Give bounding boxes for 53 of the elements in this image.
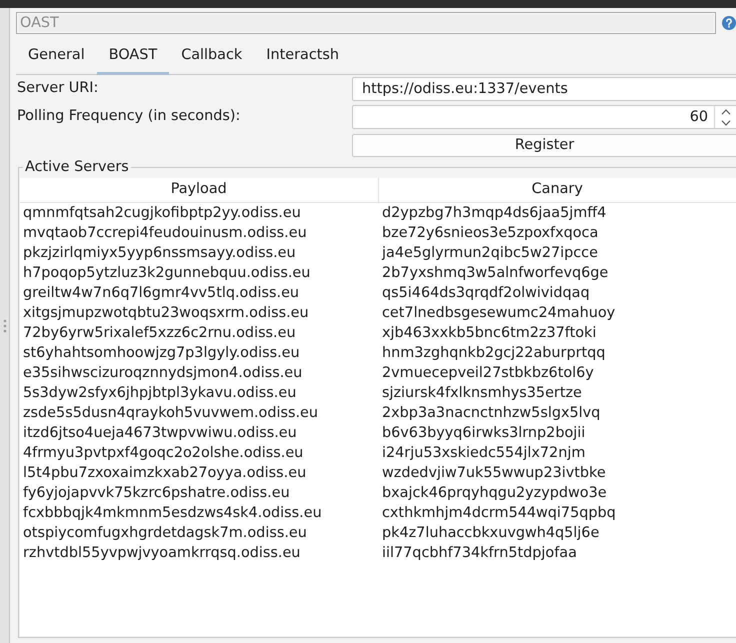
table-cell-text: bxajck46prqyhqgu2yzypdwo3e: [381, 484, 608, 502]
table-cell-text: 2b7yxshmq3w5alnfworfevq6ge: [381, 264, 610, 282]
table-cell-text: l5t4pbu7zxoxaimzkxab27oyya.odiss.eu: [22, 464, 308, 482]
table-cell-text: i24rju53xskiedc554jlx72njm: [381, 444, 586, 462]
table-cell-text: fy6yjojapvvk75kzrc6pshatre.odiss.eu: [22, 484, 291, 502]
tab[interactable]: BOAST: [96, 39, 170, 75]
table-cell-text: itzd6jtso4ueja4673twpvwiwu.odiss.eu: [22, 424, 298, 442]
table-cell-text: xitgsjmupzwotqbtu23woqsxrm.odiss.eu: [22, 304, 310, 322]
table-cell-text: 2xbp3a3nacnctnhzw5slgx5lvq: [381, 404, 602, 422]
table-cell: d2ypzbg7h3mqp4ds6jaa5jmff4: [378, 202, 736, 222]
chevron-down-icon: [720, 120, 730, 126]
table-cell-text: 2vmuecepveil27stbkbz6tol6y: [381, 364, 595, 382]
table-cell-text: 4frmyu3pvtpxf4goqc2o2olshe.odiss.eu: [22, 444, 304, 462]
table-cell-text: cet7lnedbsgesewumc24mahuoy: [381, 304, 616, 322]
table-cell-text: qs5i464ds3qrqdf2olwividqaq: [381, 284, 591, 302]
table-cell-text: ja4e5glyrmun2qibc5w27ipcce: [380, 244, 599, 262]
field-label: Server URI:: [16, 80, 100, 98]
table-cell-text: st6yhahtsomhoowjzg7p3lgyly.odiss.eu: [22, 344, 301, 362]
table-cell-text: b6v63byyq6irwks3lrnp2bojii: [381, 424, 586, 442]
register-button[interactable]: Register: [352, 134, 736, 157]
table-cell-text: e35sihwscizuroqznnydsjmon4.odiss.eu: [22, 364, 304, 382]
table-cell-text: pkzjzirlqmiyx5yyp6nssmsayy.odiss.eu: [22, 244, 297, 262]
text-field[interactable]: https://odiss.eu:1337/events: [352, 77, 736, 101]
table-cell-text: cxthkmhjm4dcrm544wqi75qpbq: [381, 504, 617, 522]
table-cell-text: mvqtaob7ccrepi4feudouinusm.odiss.eu: [22, 224, 308, 242]
column-header[interactable]: Canary: [378, 178, 736, 202]
field-label: Polling Frequency (in seconds):: [16, 108, 242, 126]
grip-dots-icon[interactable]: [2, 318, 6, 332]
table-cell-text: greiltw4w7n6q7l6gmr4vv5tlq.odiss.eu: [22, 284, 300, 302]
group-title: Active Servers: [24, 159, 130, 176]
table-cell-text: bze72y6snieos3e5zpoxfxqoca: [381, 224, 600, 242]
title-field: OAST: [16, 12, 716, 34]
help-icon[interactable]: [722, 16, 736, 30]
tab[interactable]: Interactsh: [254, 39, 352, 75]
number-field[interactable]: 60: [352, 105, 714, 129]
table-cell-text: h7poqop5ytzluz3k2gunnebquu.odiss.eu: [22, 264, 312, 282]
tab[interactable]: General: [16, 39, 97, 75]
table-cell: qmnmfqtsah2cugjkofibptp2yy.odiss.eu: [20, 202, 378, 222]
table-cell-text: sjziursk4fxlknsmhys35ertze: [381, 384, 583, 402]
table-cell-text: fcxbbbqjk4mkmnm5esdzws4sk4.odiss.eu: [22, 504, 323, 522]
column-header[interactable]: Payload: [20, 178, 378, 202]
tab[interactable]: Callback: [169, 39, 254, 75]
table-cell-text: iil77qcbhf734kfrn5tdpjofaa: [381, 544, 578, 562]
table-cell-text: otspiycomfugxhgrdetdagsk7m.odiss.eu: [22, 524, 308, 542]
table-cell-text: 72by6yrw5rixalef5xzz6c2rnu.odiss.eu: [22, 324, 297, 342]
table-cell-text: rzhvtdbl55yvpwjvyoamkrrqsq.odiss.eu: [22, 544, 302, 562]
chevron-up-icon: [720, 108, 730, 114]
table-cell-text: pk4z7luhaccbkxuvgwh4q5lj6e: [381, 524, 600, 542]
table-cell-text: hnm3zghqnkb2gcj22aburprtqq: [381, 344, 606, 362]
table-cell-text: zsde5s5dusn4qraykoh5vuvwem.odiss.eu: [22, 404, 320, 422]
table-cell-text: wzdedvjiw7uk55wwup23ivtbke: [381, 464, 607, 482]
table-cell-text: xjb463xxkb5bnc6tm2z37ftoki: [381, 324, 598, 342]
table-cell-text: 5s3dyw2sfyx6jhpjbtpl3ykavu.odiss.eu: [22, 384, 298, 402]
